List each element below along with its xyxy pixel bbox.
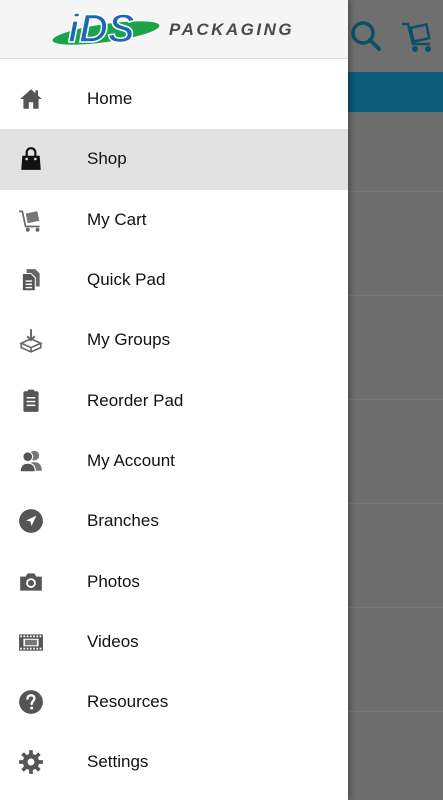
help-icon: [17, 688, 45, 716]
menu-item-label: Home: [87, 89, 133, 109]
menu-item-photos[interactable]: Photos: [0, 551, 348, 611]
menu-item-shop[interactable]: Shop: [0, 129, 348, 190]
menu-item-home[interactable]: Home: [0, 69, 348, 129]
drawer-header: iDS PACKAGING: [0, 0, 348, 59]
menu-item-my-cart[interactable]: My Cart: [0, 190, 348, 250]
menu-item-reorder-pad[interactable]: Reorder Pad: [0, 370, 348, 430]
brand-logo: iDS: [50, 6, 162, 52]
menu-item-label: Shop: [87, 149, 127, 169]
menu-item-my-groups[interactable]: My Groups: [0, 310, 348, 370]
svg-text:iDS: iDS: [68, 7, 135, 51]
navigation-drawer: iDS PACKAGING Home Shop My Cart Quick Pa…: [0, 0, 348, 800]
film-icon: [17, 628, 45, 656]
navigation-arrow-icon: [17, 507, 45, 535]
menu-item-label: Settings: [87, 752, 149, 772]
home-icon: [17, 85, 45, 113]
menu-item-label: My Account: [87, 450, 175, 470]
menu-item-label: Quick Pad: [87, 270, 166, 290]
menu-item-videos[interactable]: Videos: [0, 612, 348, 672]
menu-item-quick-pad[interactable]: Quick Pad: [0, 250, 348, 310]
shopping-bag-icon: [17, 145, 45, 173]
gear-icon: [17, 748, 45, 776]
menu-item-label: My Cart: [87, 209, 147, 229]
menu-item-label: Resources: [87, 692, 169, 712]
menu-item-label: My Groups: [87, 330, 171, 350]
users-icon: [17, 447, 45, 475]
menu-item-resources[interactable]: Resources: [0, 672, 348, 732]
clipboard-icon: [17, 387, 45, 415]
camera-icon: [17, 568, 45, 596]
documents-icon: [17, 266, 45, 294]
cart-icon: [17, 206, 45, 234]
menu-item-label: Reorder Pad: [87, 390, 184, 410]
drawer-scrim[interactable]: [348, 0, 443, 800]
menu-item-label: Videos: [87, 631, 139, 651]
menu-item-settings[interactable]: Settings: [0, 732, 348, 792]
drawer-menu: Home Shop My Cart Quick Pad My Groups Re…: [0, 69, 348, 793]
menu-item-label: Photos: [87, 571, 140, 591]
brand-wordmark: PACKAGING: [169, 20, 295, 39]
menu-item-branches[interactable]: Branches: [0, 491, 348, 551]
menu-item-label: Branches: [87, 511, 159, 531]
menu-item-my-account[interactable]: My Account: [0, 431, 348, 491]
box-download-icon: [17, 326, 45, 354]
